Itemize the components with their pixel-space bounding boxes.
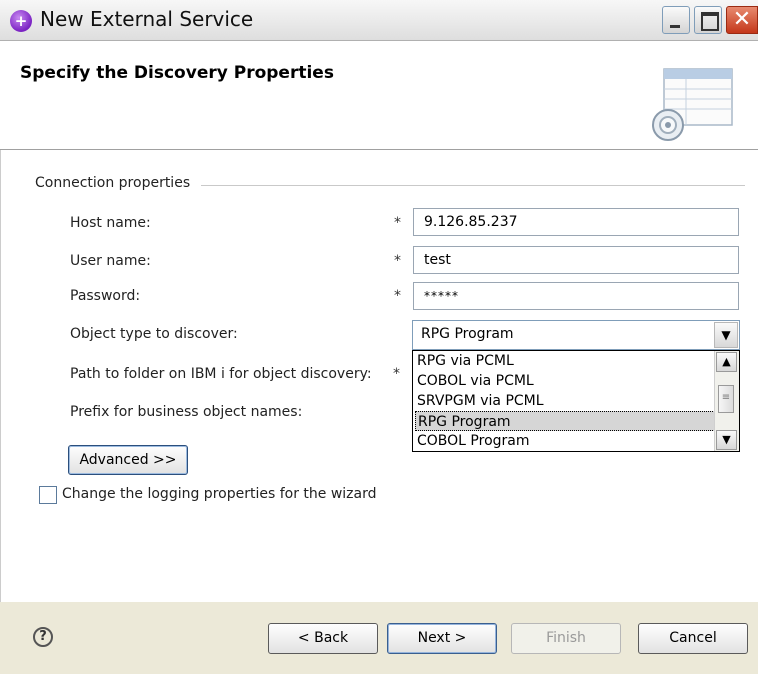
group-divider [201, 185, 745, 186]
back-button[interactable]: < Back [268, 623, 378, 654]
close-icon: ✕ [732, 7, 752, 32]
password-required-marker: * [394, 288, 401, 304]
dropdown-scrollbar[interactable]: ▲ ≡ ▼ [714, 351, 739, 451]
finish-button[interactable]: Finish [511, 623, 621, 654]
host-name-required-marker: * [394, 215, 401, 231]
wizard-window: + New External Service ✕ Specify the Dis… [0, 0, 758, 674]
dropdown-option-selected[interactable]: RPG Program [415, 411, 715, 431]
title-bar: + New External Service ✕ [0, 0, 758, 41]
cancel-button[interactable]: Cancel [638, 623, 748, 654]
minimize-icon [670, 25, 680, 28]
object-type-value: RPG Program [421, 326, 514, 342]
user-name-label: User name: [70, 253, 151, 269]
host-name-input[interactable]: 9.126.85.237 [413, 208, 739, 236]
logging-checkbox[interactable] [39, 486, 57, 504]
maximize-button[interactable] [694, 6, 722, 34]
window-title: New External Service [40, 7, 254, 31]
scroll-up-icon[interactable]: ▲ [716, 352, 737, 372]
help-icon[interactable]: ? [33, 627, 53, 647]
path-label: Path to folder on IBM i for object disco… [70, 366, 372, 382]
advanced-button[interactable]: Advanced >> [68, 445, 188, 475]
discovery-banner-icon [652, 68, 733, 141]
dropdown-option[interactable]: SRVPGM via PCML [415, 391, 717, 411]
wizard-content: Connection properties Host name: * 9.126… [0, 150, 758, 602]
next-button[interactable]: Next > [387, 623, 497, 654]
user-name-input[interactable]: test [413, 246, 739, 274]
chevron-down-icon[interactable]: ▼ [714, 322, 738, 348]
wizard-banner: Specify the Discovery Properties [0, 41, 758, 150]
app-icon: + [10, 10, 32, 32]
scroll-down-icon[interactable]: ▼ [716, 430, 737, 450]
dropdown-option[interactable]: COBOL via PCML [415, 371, 717, 391]
dropdown-option[interactable]: RPG via PCML [415, 351, 717, 371]
wizard-footer: ? < Back Next > Finish Cancel [0, 602, 758, 674]
maximize-icon [701, 12, 719, 31]
path-required-marker: * [393, 366, 400, 382]
page-title: Specify the Discovery Properties [20, 63, 334, 83]
close-button[interactable]: ✕ [726, 6, 758, 34]
object-type-label: Object type to discover: [70, 326, 238, 342]
prefix-label: Prefix for business object names: [70, 404, 303, 420]
password-label: Password: [70, 288, 141, 304]
host-name-label: Host name: [70, 215, 151, 231]
scroll-thumb[interactable]: ≡ [718, 385, 734, 413]
user-name-required-marker: * [394, 253, 401, 269]
password-input[interactable]: ***** [413, 282, 739, 310]
object-type-select[interactable]: RPG Program ▼ [412, 320, 740, 350]
dropdown-option[interactable]: COBOL Program [415, 431, 717, 451]
object-type-dropdown-list: RPG via PCML COBOL via PCML SRVPGM via P… [412, 350, 740, 452]
connection-group-label: Connection properties [35, 175, 199, 191]
logging-checkbox-label: Change the logging properties for the wi… [62, 486, 377, 502]
minimize-button[interactable] [662, 6, 690, 34]
